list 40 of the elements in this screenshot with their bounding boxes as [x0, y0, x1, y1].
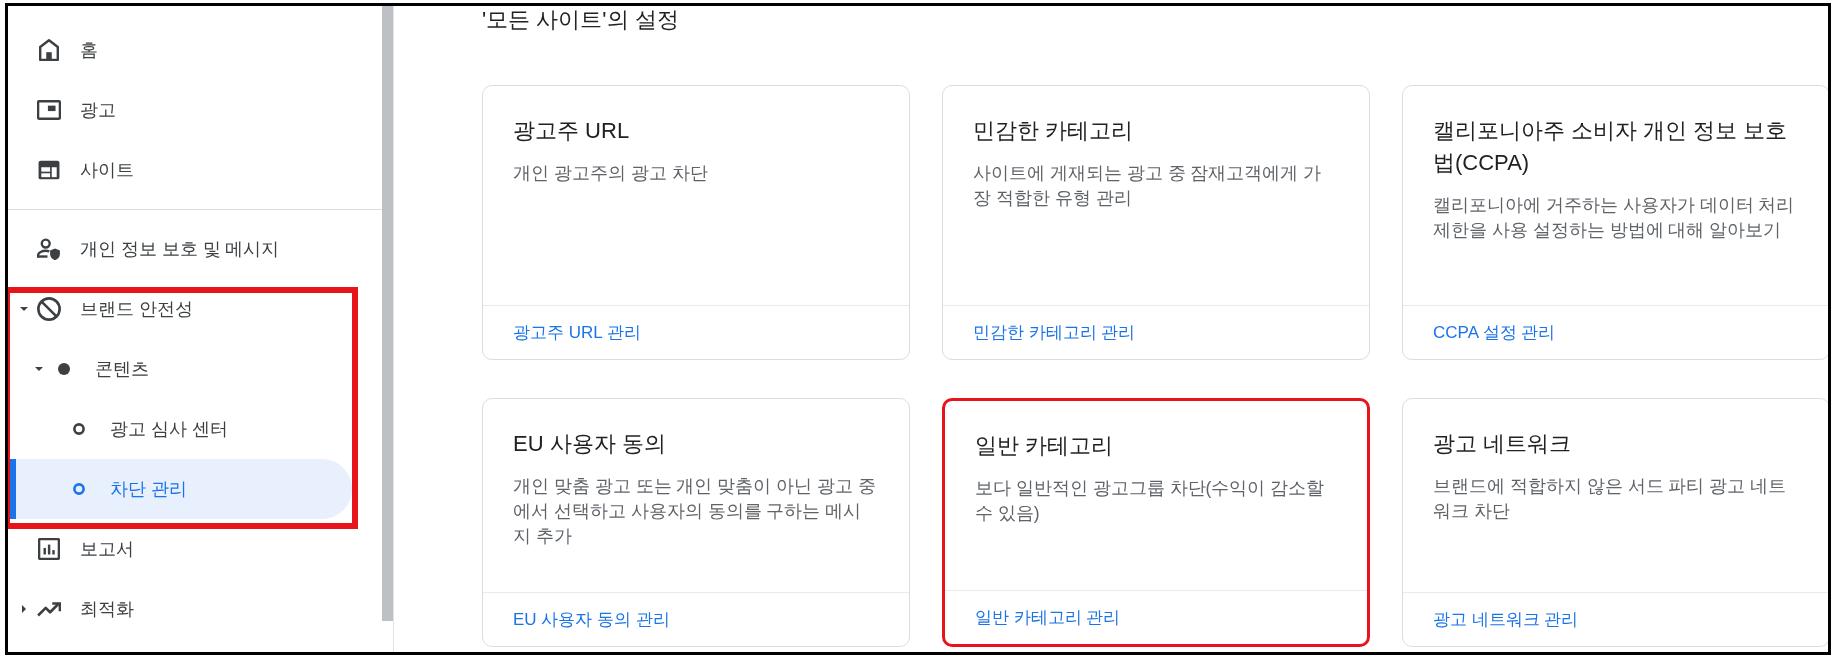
- layout-icon: [38, 160, 60, 180]
- page-heading: '모든 사이트'의 설정: [482, 6, 679, 34]
- sidebar-item[interactable]: 차단 관리: [8, 459, 352, 519]
- scrollbar-thumb[interactable]: [382, 6, 393, 621]
- card-description: 사이트에 게재되는 광고 중 잠재고객에게 가장 적합한 유형 관리: [973, 162, 1323, 210]
- ring-icon: [73, 423, 85, 435]
- card-title: 민감한 카테고리: [973, 117, 1135, 145]
- sidebar-item[interactable]: 광고: [8, 80, 352, 140]
- sidebar-item[interactable]: 브랜드 안전성: [8, 279, 352, 339]
- sidebar-item[interactable]: 개인 정보 보호 및 메시지: [8, 219, 352, 279]
- sidebar-item[interactable]: 홈: [8, 20, 352, 80]
- sidebar-item[interactable]: 최적화: [8, 579, 352, 639]
- person-shield-icon: [37, 238, 61, 260]
- sidebar-item[interactable]: 보고서: [8, 519, 352, 579]
- ring-icon: [73, 483, 85, 495]
- card-description: 개인 광고주의 광고 차단: [513, 162, 709, 185]
- manage-link[interactable]: 광고 네트워크 관리: [1433, 607, 1579, 632]
- manage-link[interactable]: CCPA 설정 관리: [1433, 320, 1556, 345]
- card-description: 개인 맞춤 광고 또는 개인 맞춤이 아닌 광고 중에서 선택하고 사용자의 동의를 구하는 메시지 추가: [513, 475, 877, 548]
- sidebar-item[interactable]: 콘텐츠: [8, 339, 352, 399]
- ad-frame-icon: [37, 100, 61, 120]
- manage-link[interactable]: 민감한 카테고리 관리: [973, 320, 1136, 345]
- sidebar-item[interactable]: 사이트: [8, 140, 352, 200]
- block-icon: [37, 297, 61, 321]
- bar-chart-icon: [38, 538, 60, 560]
- card-description: 캘리포니아에 거주하는 사용자가 데이터 처리 제한을 사용 설정하는 방법에 대해 알아보기: [1433, 194, 1796, 242]
- card-title: 광고주 URL: [513, 117, 631, 145]
- card-description: 보다 일반적인 광고그룹 차단(수익이 감소할 수 있음): [975, 477, 1326, 525]
- home-icon: [39, 39, 59, 61]
- trend-up-icon: [37, 601, 61, 617]
- card-description: 브랜드에 적합하지 않은 서드 파티 광고 네트워크 차단: [1433, 475, 1788, 523]
- card-title: EU 사용자 동의: [513, 430, 667, 458]
- manage-link[interactable]: EU 사용자 동의 관리: [513, 607, 670, 632]
- sidebar-item[interactable]: 광고 심사 센터: [8, 399, 352, 459]
- manage-link[interactable]: 일반 카테고리 관리: [975, 605, 1121, 630]
- manage-link[interactable]: 광고주 URL 관리: [513, 320, 641, 345]
- card-title: 일반 카테고리: [975, 432, 1115, 460]
- card-title: 광고 네트워크: [1433, 430, 1573, 458]
- card-title: 캘리포니아주 소비자 개인 정보 보호법(CCPA): [1433, 117, 1789, 177]
- dot-icon: [58, 363, 70, 375]
